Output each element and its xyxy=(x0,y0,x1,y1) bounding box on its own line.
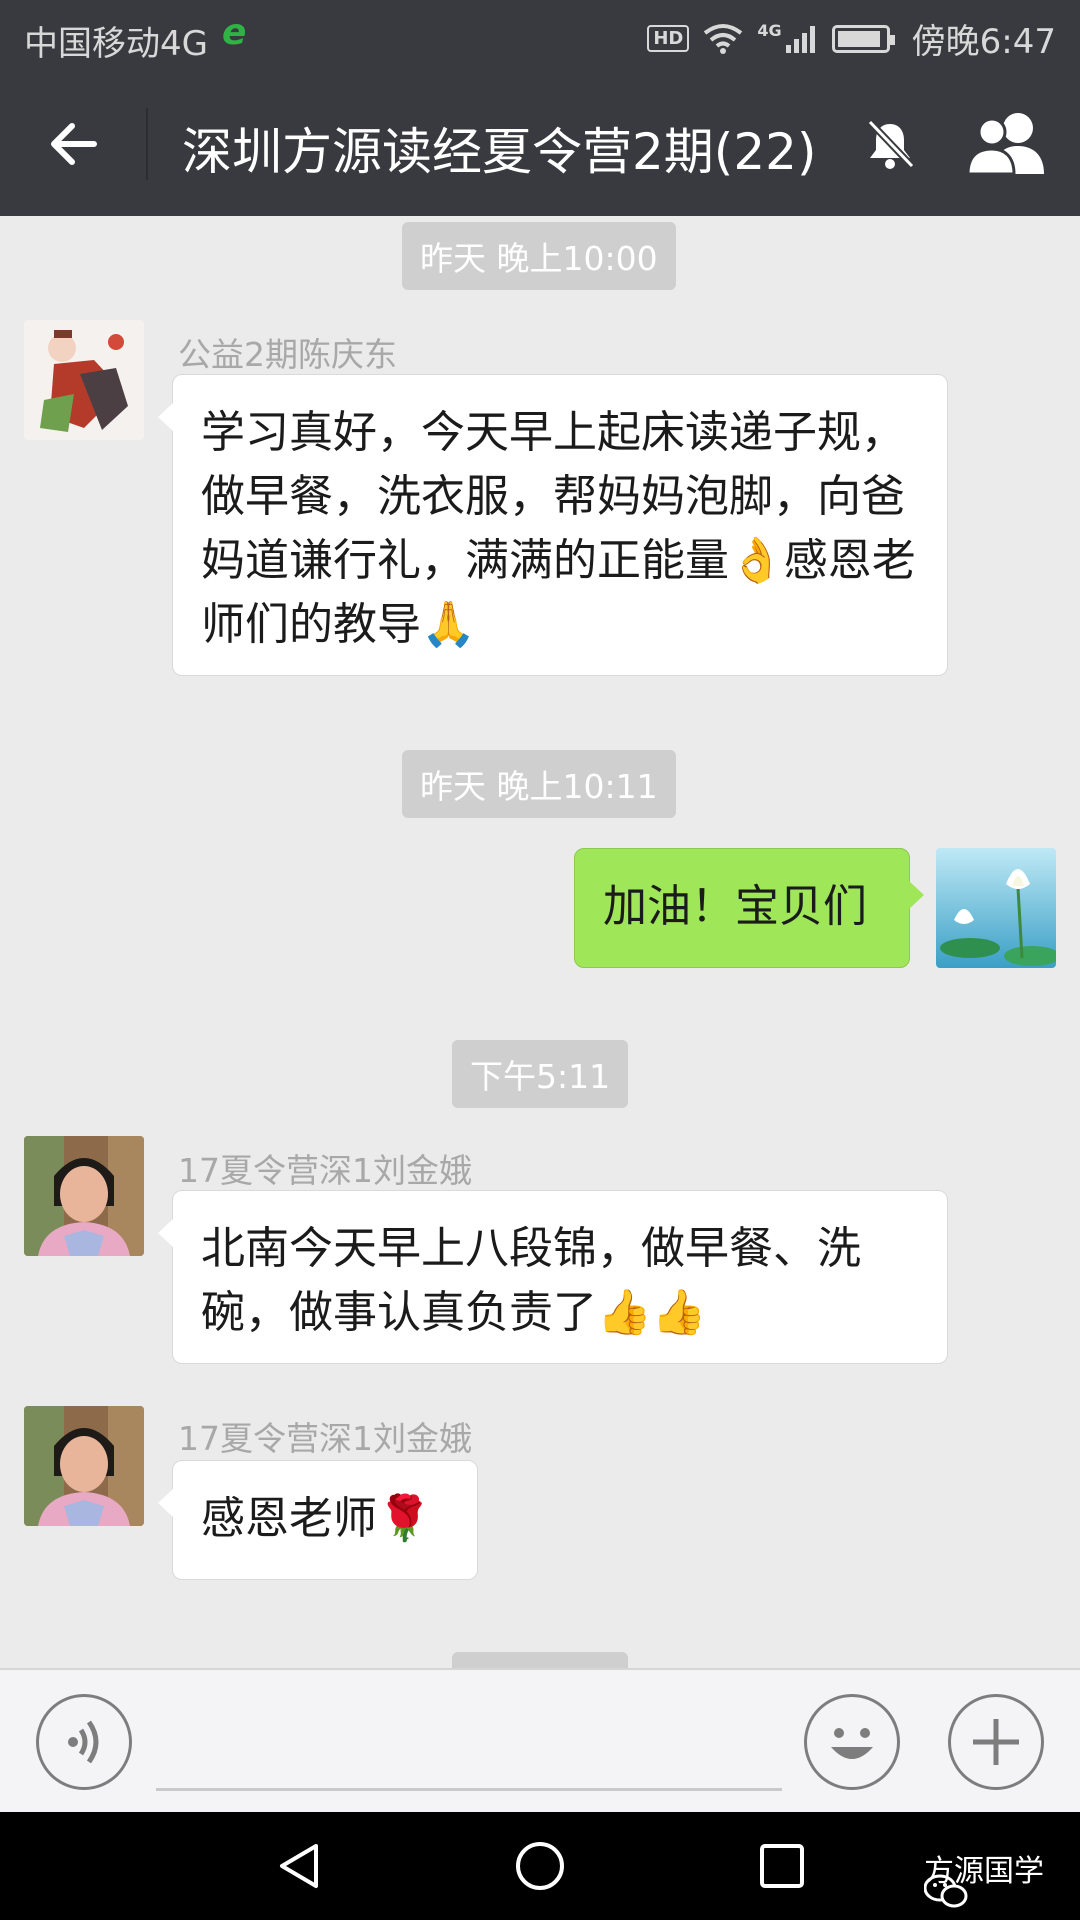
woman-avatar[interactable] xyxy=(24,1406,144,1526)
signal-icon xyxy=(785,25,815,53)
header-divider xyxy=(146,108,148,180)
message-bubble[interactable]: 学习真好，今天早上起床读递子规，做早餐，洗衣服，帮妈妈泡脚，向爸妈道谦行礼，满满… xyxy=(158,374,948,676)
emoji-icon xyxy=(831,1728,873,1759)
message-bubble[interactable]: 北南今天早上八段锦，做早餐、洗碗，做事认真负责了👍👍 xyxy=(158,1190,948,1364)
signal-label: 4G xyxy=(757,21,782,40)
timestamp: 昨天 晚上10:00 xyxy=(402,222,676,290)
wifi-icon xyxy=(704,23,743,54)
carrier-label: 中国移动4G xyxy=(24,24,208,64)
voice-icon xyxy=(68,1720,99,1764)
plus-button[interactable] xyxy=(948,1694,1044,1790)
message-input[interactable] xyxy=(156,1788,782,1791)
wechat-icon xyxy=(924,1874,968,1908)
battery-icon xyxy=(831,24,895,53)
chat-title: 深圳方源读经夏令营2期(22) xyxy=(182,123,817,181)
home-circle-icon[interactable] xyxy=(514,1840,566,1892)
recents-square-icon[interactable] xyxy=(756,1840,808,1892)
system-navigation-bar: 方源国学 xyxy=(0,1812,1080,1920)
sender-name: 17夏令营深1刘金娥 xyxy=(178,1419,472,1458)
timestamp-partial xyxy=(452,1652,628,1668)
plus-icon xyxy=(973,1719,1019,1765)
lotus-avatar[interactable] xyxy=(936,848,1056,968)
woman-avatar[interactable] xyxy=(24,1136,144,1256)
hd-icon: HD xyxy=(647,25,690,52)
cartoon-avatar[interactable] xyxy=(24,320,144,440)
sender-name: 公益2期陈庆东 xyxy=(178,335,397,374)
arrow-left-icon[interactable] xyxy=(42,112,106,176)
back-triangle-icon[interactable] xyxy=(274,1840,326,1892)
timestamp: 昨天 晚上10:11 xyxy=(402,750,676,818)
chat-header: 深圳方源读经夏令营2期(22) xyxy=(0,72,1080,216)
sender-name: 17夏令营深1刘金娥 xyxy=(178,1151,472,1190)
network-e-icon: e xyxy=(222,12,247,53)
status-bar: 中国移动4G e HD 4G 傍晚6:47 xyxy=(0,0,1080,72)
bell-off-icon xyxy=(867,119,915,169)
timestamp: 下午5:11 xyxy=(452,1040,629,1108)
message-bubble-outgoing[interactable]: 加油！宝贝们 xyxy=(574,848,924,968)
chat-messages[interactable]: 昨天 晚上10:00 公益2期陈庆东 学习真好，今天早上起床读递子规，做早餐，洗… xyxy=(0,216,1080,1668)
group-members-icon[interactable] xyxy=(964,108,1048,180)
status-right: HD 4G 傍晚6:47 xyxy=(647,14,1056,63)
emoji-button[interactable] xyxy=(804,1694,900,1790)
watermark: 方源国学 xyxy=(924,1846,1044,1908)
voice-button[interactable] xyxy=(36,1694,132,1790)
clock: 傍晚6:47 xyxy=(911,22,1056,62)
input-bar xyxy=(0,1668,1080,1812)
message-bubble[interactable]: 感恩老师🌹 xyxy=(158,1460,478,1580)
